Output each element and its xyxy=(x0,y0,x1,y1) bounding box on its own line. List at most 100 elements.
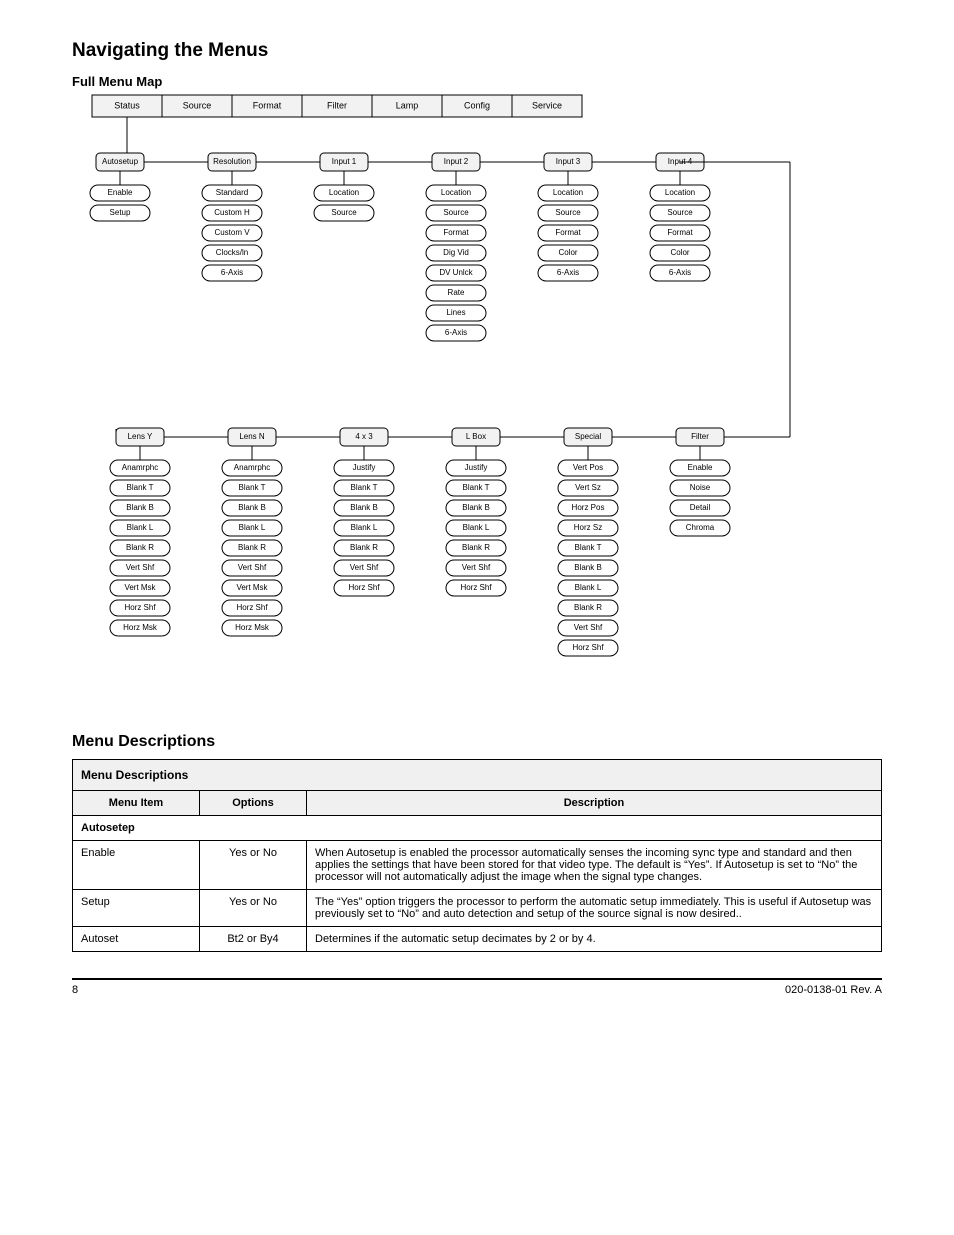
svg-text:Source: Source xyxy=(331,208,357,217)
cell-opt: Yes or No xyxy=(200,841,307,890)
svg-text:Vert Shf: Vert Shf xyxy=(238,563,267,572)
svg-text:Input 2: Input 2 xyxy=(444,157,469,166)
svg-text:Blank L: Blank L xyxy=(127,523,154,532)
svg-text:Blank L: Blank L xyxy=(239,523,266,532)
svg-text:Vert Msk: Vert Msk xyxy=(124,583,156,592)
svg-text:Format: Format xyxy=(667,228,693,237)
section-header: Autosetep xyxy=(73,816,882,841)
svg-text:Justify: Justify xyxy=(465,463,488,472)
svg-text:Color: Color xyxy=(558,248,577,257)
svg-text:Input 1: Input 1 xyxy=(332,157,357,166)
svg-text:Setup: Setup xyxy=(110,208,131,217)
table-heading: Menu Descriptions xyxy=(72,733,882,751)
svg-text:Blank R: Blank R xyxy=(126,543,154,552)
table-row: Autoset Bt2 or By4 Determines if the aut… xyxy=(73,927,882,952)
svg-text:Horz Shf: Horz Shf xyxy=(460,583,492,592)
svg-text:Vert Shf: Vert Shf xyxy=(126,563,155,572)
svg-text:Lamp: Lamp xyxy=(396,100,419,110)
svg-text:Blank R: Blank R xyxy=(574,603,602,612)
svg-text:Source: Source xyxy=(667,208,693,217)
svg-text:Enable: Enable xyxy=(688,463,713,472)
svg-text:Clocks/ln: Clocks/ln xyxy=(216,248,248,257)
col-menu-item: Menu Item xyxy=(73,791,200,816)
svg-text:Lines: Lines xyxy=(446,308,465,317)
svg-text:Anamrphc: Anamrphc xyxy=(234,463,270,472)
svg-text:Horz Shf: Horz Shf xyxy=(348,583,380,592)
svg-text:Format: Format xyxy=(555,228,581,237)
svg-text:Blank R: Blank R xyxy=(238,543,266,552)
svg-text:Blank B: Blank B xyxy=(462,503,490,512)
cell-desc: When Autosetup is enabled the processor … xyxy=(307,841,882,890)
svg-text:Detail: Detail xyxy=(690,503,711,512)
svg-text:L Box: L Box xyxy=(466,432,486,441)
svg-text:Horz Msk: Horz Msk xyxy=(123,623,158,632)
svg-text:Custom V: Custom V xyxy=(214,228,250,237)
cell-item: Setup xyxy=(73,890,200,927)
menu-tree-diagram: Status Source Format Filter Lamp Config Servic… xyxy=(72,93,882,703)
svg-text:Blank T: Blank T xyxy=(463,483,490,492)
svg-text:Anamrphc: Anamrphc xyxy=(122,463,158,472)
svg-text:Status: Status xyxy=(114,100,140,110)
svg-text:Horz Shf: Horz Shf xyxy=(124,603,156,612)
svg-text:Blank T: Blank T xyxy=(575,543,602,552)
svg-text:Horz Shf: Horz Shf xyxy=(572,643,604,652)
svg-text:Blank R: Blank R xyxy=(462,543,490,552)
svg-text:6-Axis: 6-Axis xyxy=(445,328,467,337)
svg-text:4 x 3: 4 x 3 xyxy=(355,432,373,441)
svg-text:Location: Location xyxy=(665,188,695,197)
col-options: Options xyxy=(200,791,307,816)
cell-item: Autoset xyxy=(73,927,200,952)
svg-text:Blank R: Blank R xyxy=(350,543,378,552)
cell-desc: Determines if the automatic setup decima… xyxy=(307,927,882,952)
table-row: Enable Yes or No When Autosetup is enabl… xyxy=(73,841,882,890)
svg-text:Horz Shf: Horz Shf xyxy=(236,603,268,612)
svg-text:Vert Shf: Vert Shf xyxy=(574,623,603,632)
svg-text:Horz Pos: Horz Pos xyxy=(572,503,605,512)
cell-desc: The “Yes” option triggers the processor … xyxy=(307,890,882,927)
svg-text:Source: Source xyxy=(183,100,212,110)
svg-text:Justify: Justify xyxy=(353,463,376,472)
menu-descriptions-table: Menu Descriptions Menu Item Options Desc… xyxy=(72,759,882,952)
page-number: 8 xyxy=(72,984,78,996)
svg-text:Input 3: Input 3 xyxy=(556,157,581,166)
svg-text:Location: Location xyxy=(329,188,359,197)
svg-text:6-Axis: 6-Axis xyxy=(557,268,579,277)
table-title: Menu Descriptions xyxy=(73,760,882,791)
svg-text:Blank L: Blank L xyxy=(575,583,602,592)
diagram-label: Full Menu Map xyxy=(72,74,882,89)
cell-opt: Yes or No xyxy=(200,890,307,927)
svg-text:Blank B: Blank B xyxy=(574,563,602,572)
svg-text:Service: Service xyxy=(532,100,562,110)
svg-text:Custom H: Custom H xyxy=(214,208,250,217)
page-title: Navigating the Menus xyxy=(72,40,882,62)
svg-text:Blank T: Blank T xyxy=(351,483,378,492)
svg-text:Color: Color xyxy=(670,248,689,257)
col-description: Description xyxy=(307,791,882,816)
svg-text:Resolution: Resolution xyxy=(213,157,251,166)
svg-text:Noise: Noise xyxy=(690,483,711,492)
svg-text:DV Unlck: DV Unlck xyxy=(439,268,473,277)
svg-text:Vert Shf: Vert Shf xyxy=(350,563,379,572)
svg-text:Rate: Rate xyxy=(448,288,465,297)
svg-text:Vert Shf: Vert Shf xyxy=(462,563,491,572)
svg-text:Vert Msk: Vert Msk xyxy=(236,583,268,592)
svg-text:Source: Source xyxy=(443,208,469,217)
svg-text:Blank T: Blank T xyxy=(127,483,154,492)
svg-text:Standard: Standard xyxy=(216,188,248,197)
svg-text:Filter: Filter xyxy=(691,432,709,441)
svg-text:Location: Location xyxy=(441,188,471,197)
svg-text:Location: Location xyxy=(553,188,583,197)
svg-text:Vert Pos: Vert Pos xyxy=(573,463,603,472)
svg-text:Format: Format xyxy=(443,228,469,237)
svg-text:Blank L: Blank L xyxy=(351,523,378,532)
cell-item: Enable xyxy=(73,841,200,890)
svg-text:Blank T: Blank T xyxy=(239,483,266,492)
svg-text:6-Axis: 6-Axis xyxy=(669,268,691,277)
svg-text:Vert Sz: Vert Sz xyxy=(575,483,601,492)
svg-text:Lens N: Lens N xyxy=(239,432,265,441)
svg-text:Autosetup: Autosetup xyxy=(102,157,139,166)
svg-text:Blank B: Blank B xyxy=(350,503,378,512)
svg-text:Config: Config xyxy=(464,100,490,110)
svg-text:Dig Vid: Dig Vid xyxy=(443,248,469,257)
svg-text:6-Axis: 6-Axis xyxy=(221,268,243,277)
